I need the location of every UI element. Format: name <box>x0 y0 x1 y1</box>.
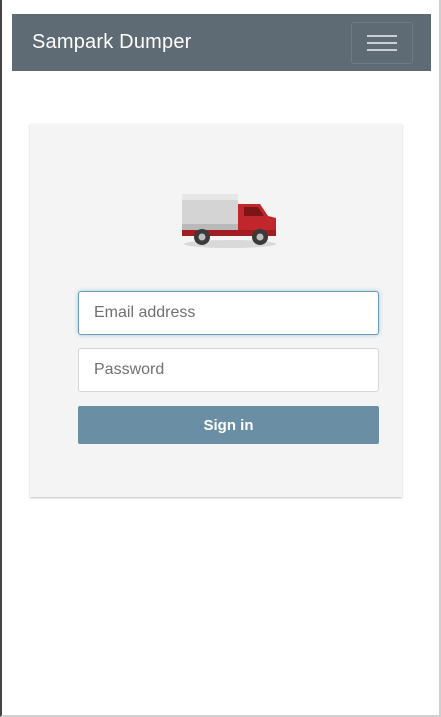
truck-icon <box>182 194 276 248</box>
login-card: Sign in <box>30 124 402 497</box>
app-screen: Sampark Dumper Sign in <box>0 0 441 717</box>
top-navbar: Sampark Dumper <box>12 14 431 71</box>
hamburger-menu-icon[interactable] <box>351 21 413 64</box>
brand-title[interactable]: Sampark Dumper <box>32 31 192 54</box>
menu-bar <box>367 41 397 44</box>
menu-bar <box>367 48 397 51</box>
password-field[interactable] <box>78 348 379 392</box>
menu-bar <box>367 34 397 37</box>
sign-in-button[interactable]: Sign in <box>78 406 379 444</box>
email-field[interactable] <box>78 291 379 335</box>
